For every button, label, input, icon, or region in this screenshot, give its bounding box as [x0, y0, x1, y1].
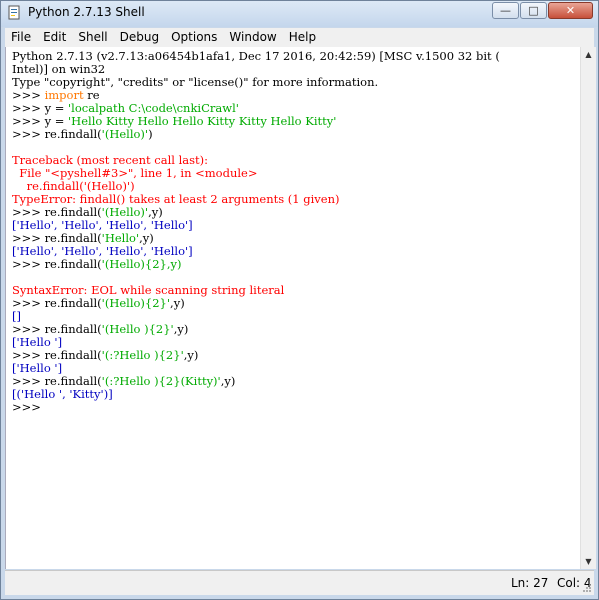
shell-text-segment: [('Hello ', 'Kitty')] [12, 387, 113, 401]
shell-text-segment: >>> re.findall( [12, 205, 102, 219]
title-bar[interactable]: Python 2.7.13 Shell — □ ✕ [1, 1, 598, 27]
shell-text-segment: >>> re.findall( [12, 296, 102, 310]
close-button[interactable]: ✕ [548, 2, 593, 19]
shell-text-segment: ['Hello', 'Hello', 'Hello', 'Hello'] [12, 218, 193, 232]
shell-text-segment: '(Hello)' [101, 127, 149, 141]
shell-text-segment: >>> re.findall( [12, 348, 102, 362]
shell-text-segment: ['Hello', 'Hello', 'Hello', 'Hello'] [12, 244, 193, 258]
shell-text-segment: ,y) [220, 374, 236, 388]
scroll-down-icon[interactable]: ▼ [581, 554, 596, 569]
shell-text-segment: >>> re.findall( [12, 257, 102, 271]
shell-text-segment: Type "copyright", "credits" or "license(… [12, 75, 379, 89]
line-number-status: Ln: 27 [511, 576, 549, 590]
status-bar: Ln: 27 Col: 4 [5, 570, 594, 595]
shell-text-segment: ,y) [148, 205, 163, 219]
python-icon [8, 5, 20, 20]
menu-edit[interactable]: Edit [37, 28, 72, 47]
menu-help[interactable]: Help [283, 28, 322, 47]
vertical-scrollbar[interactable]: ▲ ▼ [580, 47, 596, 569]
scroll-up-icon[interactable]: ▲ [581, 47, 596, 62]
shell-text-segment: import [44, 88, 84, 102]
shell-text-segment: >>> re.findall( [12, 231, 102, 245]
shell-text-segment: ,y) [139, 231, 154, 245]
shell-text-segment: >>> re.findall( [12, 374, 102, 388]
shell-text-segment: '(:?Hello ){2}(Kitty)' [101, 374, 221, 388]
shell-text-segment: ) [148, 127, 153, 141]
shell-text-segment: '(:?Hello ){2}' [101, 348, 184, 362]
menu-window[interactable]: Window [223, 28, 282, 47]
shell-text-segment: re [83, 88, 100, 102]
shell-text-segment: ,y) [170, 296, 185, 310]
shell-text-segment: re.findall('(Hello)') [12, 179, 135, 193]
idle-shell-window: Python 2.7.13 Shell — □ ✕ File Edit Shel… [0, 0, 599, 600]
shell-text-segment: >>> [12, 88, 45, 102]
minimize-button[interactable]: — [492, 2, 519, 19]
resize-grip-icon[interactable] [582, 583, 592, 593]
shell-text-segment: ,y) [173, 322, 189, 336]
shell-text-segment: Intel)] on win32 [12, 62, 106, 76]
shell-line: >>> re.findall('(Hello){2}',y) [12, 297, 185, 310]
shell-text-segment: Python 2.7.13 (v2.7.13:a06454b1afa1, Dec… [12, 49, 500, 63]
shell-text-segment: ['Hello '] [12, 335, 63, 349]
shell-text-segment: >>> re.findall( [12, 322, 102, 336]
menu-shell[interactable]: Shell [72, 28, 113, 47]
shell-text-segment: >>> y = [12, 114, 69, 128]
maximize-button[interactable]: □ [520, 2, 547, 19]
shell-text-segment: '(Hello){2}' [101, 296, 171, 310]
shell-text-segment: ,y) [183, 348, 199, 362]
shell-text-segment: TypeError: findall() takes at least 2 ar… [12, 192, 340, 206]
shell-text-segment: '(Hello){2},y) [101, 257, 182, 271]
shell-text-segment: 'Hello' [101, 231, 140, 245]
shell-line: >>> [12, 401, 45, 414]
shell-text-segment: >>> [12, 400, 45, 414]
shell-text-segment: '(Hello ){2}' [101, 322, 174, 336]
shell-text-segment: >>> re.findall( [12, 127, 102, 141]
shell-line: >>> re.findall('(Hello){2},y) [12, 258, 182, 271]
shell-text-segment: Traceback (most recent call last): [12, 153, 209, 167]
shell-text-segment: '(Hello)' [101, 205, 149, 219]
shell-text-segment: >>> y = [12, 101, 69, 115]
window-title: Python 2.7.13 Shell [28, 5, 145, 19]
shell-text-segment: 'localpath C:\code\cnkiCrawl' [68, 101, 239, 115]
shell-text-area[interactable]: Python 2.7.13 (v2.7.13:a06454b1afa1, Dec… [5, 47, 580, 569]
shell-line: >>> re.findall('(Hello)') [12, 128, 153, 141]
shell-text-segment: [] [12, 309, 21, 323]
menu-file[interactable]: File [5, 28, 37, 47]
shell-text-segment: SyntaxError: EOL while scanning string l… [12, 283, 285, 297]
menu-bar: File Edit Shell Debug Options Window Hel… [5, 28, 594, 48]
menu-options[interactable]: Options [165, 28, 223, 47]
shell-text-segment: File "<pyshell#3>", line 1, in <module> [12, 166, 258, 180]
shell-text-segment: ['Hello '] [12, 361, 63, 375]
menu-debug[interactable]: Debug [114, 28, 165, 47]
shell-text-segment: 'Hello Kitty Hello Hello Kitty Kitty Hel… [68, 114, 337, 128]
